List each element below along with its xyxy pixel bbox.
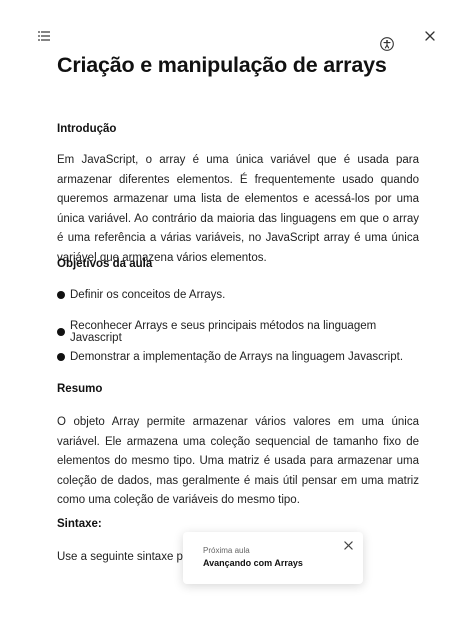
objective-text: Definir os conceitos de Arrays.	[70, 289, 226, 301]
bullet-icon	[57, 328, 65, 336]
objectives-heading: Objetivos da aula	[57, 258, 153, 270]
summary-text: O objeto Array permite armazenar vários …	[57, 416, 419, 506]
objective-item: Reconhecer Arrays e seus principais méto…	[57, 320, 419, 344]
next-lesson-card[interactable]: Próxima aula Avançando com Arrays	[183, 532, 363, 584]
syntax-heading: Sintaxe:	[57, 518, 102, 530]
objective-item: Demonstrar a implementação de Arrays na …	[57, 351, 419, 363]
intro-text: Em JavaScript, o array é uma única variá…	[57, 154, 419, 264]
bullet-icon	[57, 353, 65, 361]
top-bar	[0, 0, 474, 51]
page-title: Criação e manipulação de arrays	[57, 53, 387, 77]
objective-item: Definir os conceitos de Arrays.	[57, 289, 419, 301]
list-icon[interactable]	[38, 31, 50, 41]
objective-text: Demonstrar a implementação de Arrays na …	[70, 351, 404, 363]
next-lesson-title[interactable]: Avançando com Arrays	[203, 558, 303, 568]
close-icon[interactable]	[344, 541, 353, 550]
close-icon[interactable]	[425, 31, 435, 41]
accessibility-icon[interactable]	[380, 37, 394, 51]
intro-heading: Introdução	[57, 123, 117, 135]
bullet-icon	[57, 291, 65, 299]
summary-heading: Resumo	[57, 383, 103, 395]
next-lesson-label: Próxima aula	[203, 546, 250, 555]
objective-text: Reconhecer Arrays e seus principais méto…	[70, 320, 377, 344]
